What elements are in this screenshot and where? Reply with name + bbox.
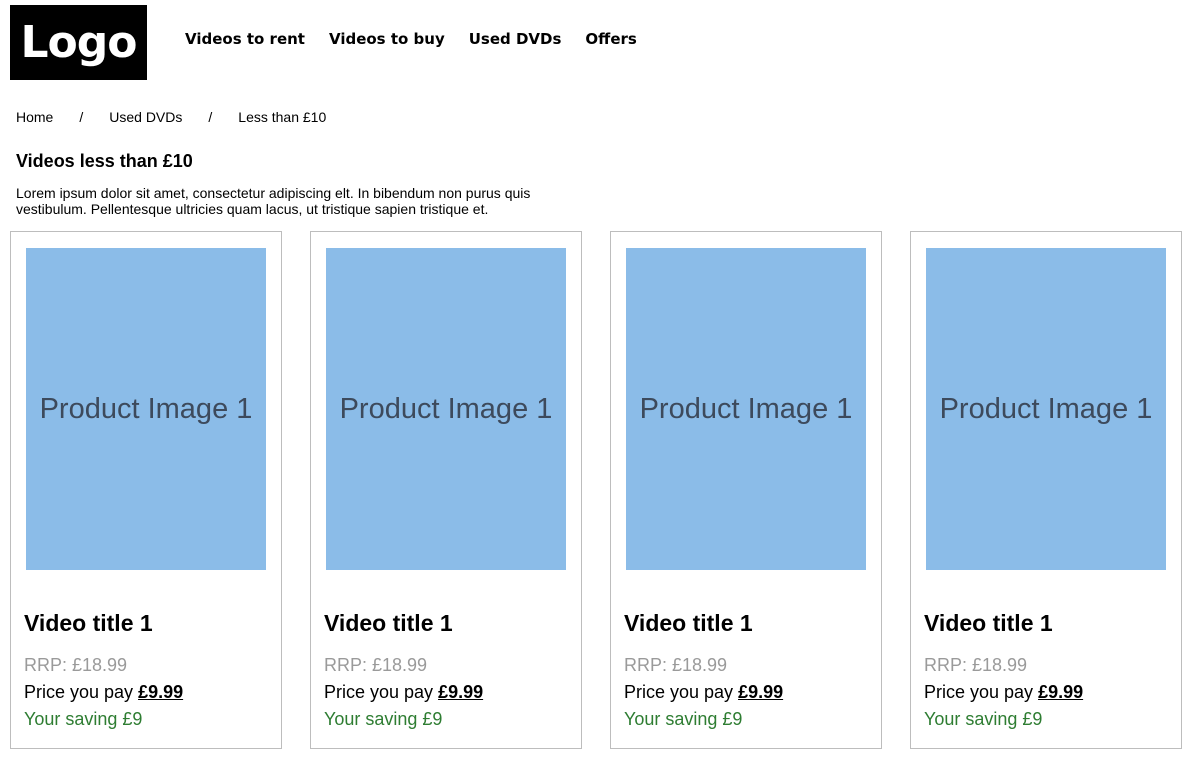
product-card[interactable]: Product Image 1 Video title 1 RRP: £18.9… xyxy=(610,231,882,749)
product-price: Price you pay £9.99 xyxy=(24,681,183,703)
product-image[interactable]: Product Image 1 xyxy=(926,248,1166,570)
price-amount: £9.99 xyxy=(738,682,784,702)
product-rrp: RRP: £18.99 xyxy=(324,655,428,675)
breadcrumb: Home / Used DVDs / Less than £10 xyxy=(16,109,326,125)
product-title[interactable]: Video title 1 xyxy=(24,609,153,637)
product-saving: Your saving £9 xyxy=(924,709,1043,729)
product-card[interactable]: Product Image 1 Video title 1 RRP: £18.9… xyxy=(310,231,582,749)
logo[interactable]: Logo xyxy=(10,5,147,80)
product-price: Price you pay £9.99 xyxy=(624,681,783,703)
intro-text: Lorem ipsum dolor sit amet, consectetur … xyxy=(16,185,531,217)
product-image[interactable]: Product Image 1 xyxy=(326,248,566,570)
nav-videos-to-rent[interactable]: Videos to rent xyxy=(185,30,305,48)
price-label: Price you pay xyxy=(324,682,434,702)
product-rrp: RRP: £18.99 xyxy=(624,655,728,675)
product-saving: Your saving £9 xyxy=(624,709,743,729)
product-image-label: Product Image 1 xyxy=(939,392,1153,425)
breadcrumb-separator: / xyxy=(208,109,213,125)
nav-videos-to-buy[interactable]: Videos to buy xyxy=(329,30,445,48)
product-image-label: Product Image 1 xyxy=(639,392,853,425)
product-price: Price you pay £9.99 xyxy=(324,681,483,703)
product-title[interactable]: Video title 1 xyxy=(324,609,453,637)
product-title[interactable]: Video title 1 xyxy=(624,609,753,637)
breadcrumb-separator: / xyxy=(79,109,84,125)
main-nav: Videos to rent Videos to buy Used DVDs O… xyxy=(185,30,661,48)
product-card[interactable]: Product Image 1 Video title 1 RRP: £18.9… xyxy=(10,231,282,749)
price-amount: £9.99 xyxy=(1038,682,1084,702)
product-rrp: RRP: £18.99 xyxy=(24,655,128,675)
breadcrumb-used-dvds[interactable]: Used DVDs xyxy=(109,109,182,125)
product-saving: Your saving £9 xyxy=(324,709,443,729)
price-amount: £9.99 xyxy=(438,682,484,702)
nav-used-dvds[interactable]: Used DVDs xyxy=(469,30,562,48)
product-saving: Your saving £9 xyxy=(24,709,143,729)
product-image-label: Product Image 1 xyxy=(39,392,253,425)
product-image[interactable]: Product Image 1 xyxy=(626,248,866,570)
product-title[interactable]: Video title 1 xyxy=(924,609,1053,637)
product-card[interactable]: Product Image 1 Video title 1 RRP: £18.9… xyxy=(910,231,1182,749)
page-title: Videos less than £10 xyxy=(16,151,193,171)
price-label: Price you pay xyxy=(24,682,134,702)
price-label: Price you pay xyxy=(624,682,734,702)
breadcrumb-current: Less than £10 xyxy=(238,109,327,125)
product-image[interactable]: Product Image 1 xyxy=(26,248,266,570)
price-amount: £9.99 xyxy=(138,682,184,702)
nav-offers[interactable]: Offers xyxy=(585,30,636,48)
product-rrp: RRP: £18.99 xyxy=(924,655,1028,675)
price-label: Price you pay xyxy=(924,682,1034,702)
product-image-label: Product Image 1 xyxy=(339,392,553,425)
product-price: Price you pay £9.99 xyxy=(924,681,1083,703)
breadcrumb-home[interactable]: Home xyxy=(16,109,53,125)
